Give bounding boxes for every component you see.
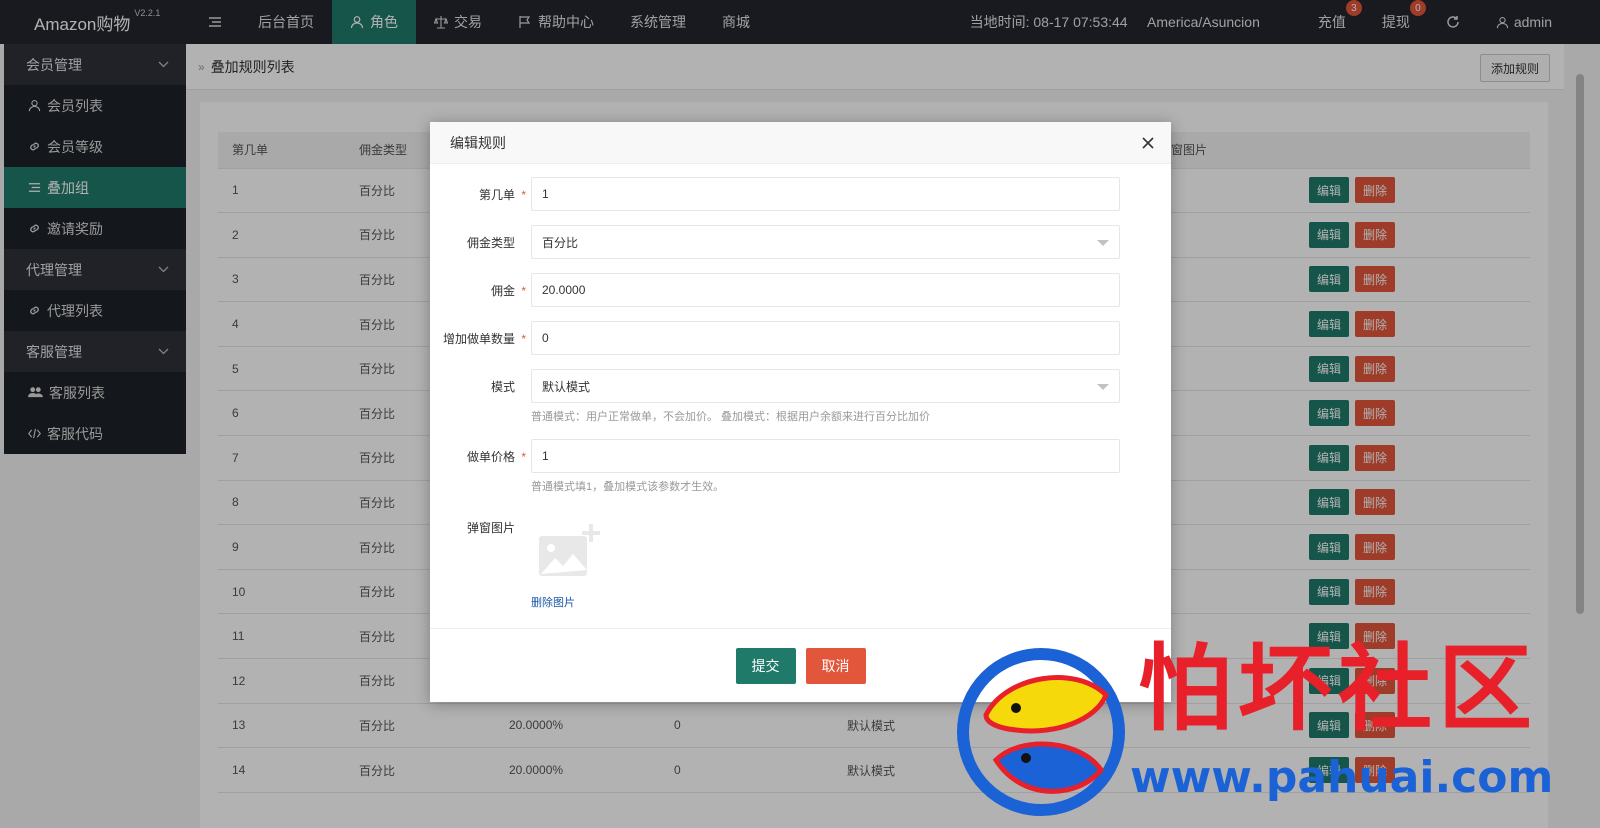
commission-input[interactable]: 20.0000 [531,273,1120,307]
form-row-order-no: 第几单 * 1 [430,177,1171,211]
add-count-input[interactable]: 0 [531,321,1120,355]
close-button[interactable] [1137,132,1159,154]
modal-header: 编辑规则 [430,122,1171,164]
form-row-commission: 佣金 * 20.0000 [430,273,1171,307]
form-label: 佣金 * [430,282,530,299]
mode-select[interactable]: 默认模式 [531,369,1120,403]
submit-button[interactable]: 提交 [735,647,796,684]
close-icon [1142,137,1154,149]
label-text: 增加做单数量 [442,331,515,346]
required-mark: * [521,331,526,346]
price-help-text: 普通模式填1，叠加模式该参数才生效。 [531,481,725,493]
select-value: 默认模式 [542,379,591,394]
form-row-price: 做单价格 * 1 [430,439,1171,473]
label-text: 佣金类型 [466,235,515,250]
edit-rule-modal: 编辑规则 第几单* 1 佣金类型* 百分比 佣金* 20.0000 增加做单数量… [430,122,1171,702]
watermark-fish-logo [957,648,1125,816]
required-mark: * [521,187,526,202]
required-mark: * [521,449,526,464]
label-text: 模式 [490,379,515,394]
label-text: 第几单 [478,187,515,202]
cancel-button[interactable]: 取消 [805,647,866,684]
required-mark: * [521,283,526,298]
delete-image-link[interactable]: 删除图片 [531,594,575,610]
form-row-add-count: 增加做单数量 * 0 [430,321,1171,355]
image-upload[interactable] [537,524,601,580]
mode-help-text: 普通模式：用户正常做单，不会加价。 叠加模式：根据用户余额来进行百分比加价 [531,411,931,423]
modal-title: 编辑规则 [450,134,506,151]
form-label: 弹窗图片* [430,519,530,536]
select-value: 百分比 [542,235,579,250]
order-no-input[interactable]: 1 [531,177,1120,211]
form-row-commission-type: 佣金类型* 百分比 [430,225,1171,259]
watermark-url: www.pahuai.com [1130,752,1554,803]
label-text: 弹窗图片 [466,520,515,535]
commission-type-select[interactable]: 百分比 [531,225,1120,259]
form-label: 模式* [430,378,530,395]
form-label: 增加做单数量 * [430,330,530,347]
add-image-icon [539,524,600,576]
form-label: 做单价格 * [430,448,530,465]
watermark-text: 怕坏社区 [1138,634,1539,744]
form-label: 第几单 * [430,186,530,203]
caret-down-icon [1097,384,1109,390]
price-input[interactable]: 1 [531,439,1120,473]
label-text: 佣金 [490,283,515,298]
label-text: 做单价格 [466,449,515,464]
form-row-mode: 模式* 默认模式 [430,369,1171,403]
form-label: 佣金类型* [430,234,530,251]
caret-down-icon [1097,240,1109,246]
